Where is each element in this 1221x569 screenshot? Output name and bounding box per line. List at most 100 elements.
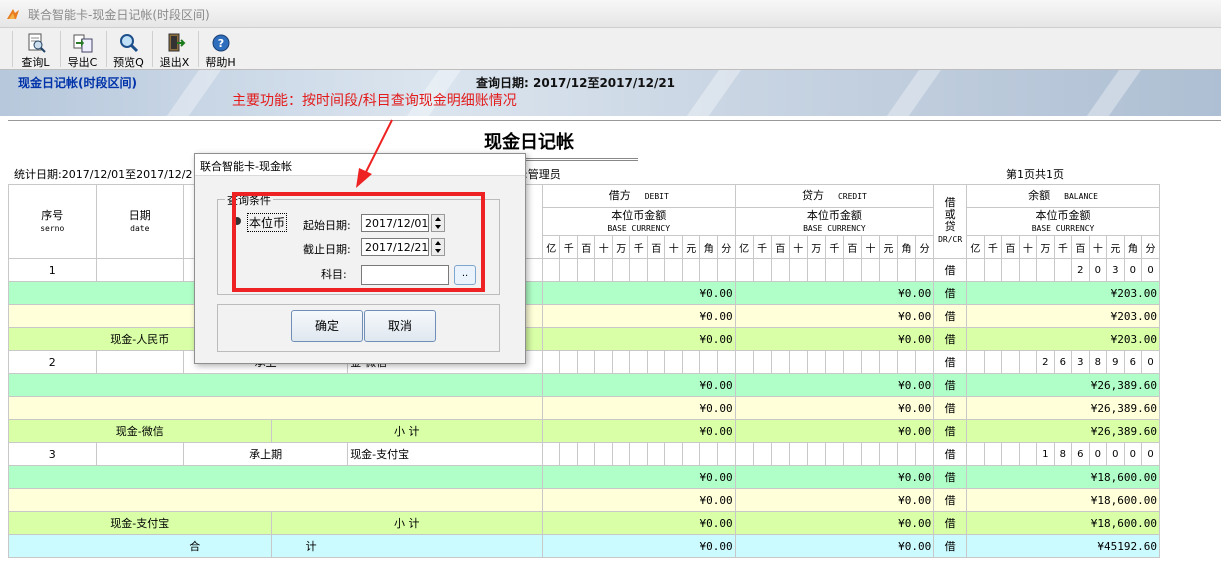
digit-cell	[897, 442, 917, 466]
dialog-title: 联合智能卡-现金帐	[200, 160, 292, 173]
document-search-icon	[28, 33, 46, 53]
digit-cell	[806, 350, 826, 374]
digit-cell: 6	[1053, 350, 1073, 374]
total-debit: ¥0.00	[541, 534, 736, 558]
col-header-balance: 余额 BALANCE	[966, 184, 1160, 208]
cancel-button[interactable]: 取消	[364, 310, 436, 342]
digit-cell: 0	[1141, 350, 1160, 374]
credit-amount: ¥0.00	[734, 465, 935, 489]
serial-cell: 1	[8, 258, 97, 282]
digit-cell	[842, 350, 862, 374]
debit-amount: ¥0.00	[541, 465, 736, 489]
digit-header: 十	[1018, 235, 1038, 259]
digit-cell: 0	[1141, 442, 1160, 466]
digit-header: 千	[1053, 235, 1073, 259]
table-row[interactable]: ¥0.00 ¥0.00 借 ¥18,600.00	[8, 488, 1160, 512]
digit-header: 百	[770, 235, 790, 259]
digit-cell	[594, 442, 613, 466]
digit-header: 分	[716, 235, 736, 259]
digit-cell	[860, 350, 880, 374]
digit-cell	[966, 442, 985, 466]
digit-header: 千	[629, 235, 648, 259]
stat-period: 统计日期:2017/12/01至2017/12/2	[14, 168, 193, 181]
digit-cell	[646, 350, 666, 374]
col-header-credit: 贷方 CREDIT	[734, 184, 935, 208]
digit-cell: 8	[1088, 350, 1108, 374]
digit-cell	[824, 258, 844, 282]
exit-button[interactable]: 退出X	[152, 31, 196, 69]
summary-cell: 承上期	[183, 442, 349, 466]
digit-cell	[716, 258, 736, 282]
subtotal-row[interactable]: 现金-支付宝小 计 ¥0.00 ¥0.00 借 ¥18,600.00	[8, 511, 1160, 535]
digit-cell	[1018, 442, 1038, 466]
digit-cell	[541, 350, 561, 374]
digit-cell	[1036, 258, 1055, 282]
digit-header: 角	[1123, 235, 1143, 259]
digit-cell	[806, 258, 826, 282]
digit-cell: 9	[1106, 350, 1125, 374]
help-button[interactable]: ? 帮助H	[198, 31, 242, 69]
digit-cell	[576, 442, 596, 466]
digit-cell: 0	[1123, 442, 1143, 466]
dc-cell: 借	[933, 304, 968, 328]
operator-label: :管理员	[524, 168, 561, 181]
digit-header: 十	[664, 235, 683, 259]
col-header-date: 日期 date	[95, 184, 185, 259]
table-header-row: 序号serno日期date凭证字vouch应科目ACCOUNT借方 DEBIT贷…	[8, 184, 1160, 259]
digit-cell	[1053, 258, 1073, 282]
balance-amount: ¥26,389.60	[966, 396, 1160, 420]
digit-cell	[611, 258, 631, 282]
digit-cell: 0	[1106, 442, 1125, 466]
export-button[interactable]: 导出C	[60, 31, 104, 69]
page-info: 第1页共1页	[1006, 168, 1064, 181]
digit-cell	[559, 258, 578, 282]
digit-cell: 2	[1036, 350, 1055, 374]
report-title: 现金日记帐	[484, 132, 574, 153]
digit-cell	[664, 258, 683, 282]
table-row[interactable]: ¥0.00 ¥0.00 借 ¥203.00	[8, 304, 1160, 328]
dc-cell: 借	[933, 442, 968, 466]
table-row[interactable]: ¥0.00 ¥0.00 借 ¥18,600.00	[8, 465, 1160, 489]
table-row[interactable]: ¥0.00 ¥0.00 借 ¥203.00	[8, 281, 1160, 305]
digit-cell	[699, 442, 718, 466]
table-row[interactable]: ¥0.00 ¥0.00 借 ¥26,389.60	[8, 373, 1160, 397]
digit-cell	[594, 350, 613, 374]
digit-cell	[983, 350, 1003, 374]
digit-cell: 1	[1036, 442, 1055, 466]
digit-cell	[734, 258, 754, 282]
dc-cell: 借	[933, 465, 968, 489]
dc-cell: 借	[933, 488, 968, 512]
preview-button[interactable]: 预览Q	[106, 31, 150, 69]
balance-amount: ¥18,600.00	[966, 488, 1160, 512]
table-row[interactable]: 3 承上期 现金-支付宝借 1 8 6 0 0 0 0	[8, 442, 1160, 466]
total-row[interactable]: 合计 ¥0.00 ¥0.00 借 ¥45192.60	[8, 534, 1160, 558]
table-row[interactable]: 2承上金-微信借2638960	[8, 350, 1160, 374]
table-row[interactable]: ¥0.00 ¥0.00 借 ¥26,389.60	[8, 396, 1160, 420]
debit-amount: ¥0.00	[541, 419, 736, 443]
digit-cell	[824, 350, 844, 374]
digit-cell	[915, 442, 935, 466]
subtotal-row[interactable]: 现金-人民币 ¥0.00 ¥0.00 借 ¥203.00	[8, 327, 1160, 351]
app-logo-icon	[7, 9, 19, 19]
subtotal-row[interactable]: 现金-微信小 计 ¥0.00 ¥0.00 借 ¥26,389.60	[8, 419, 1160, 443]
digit-cell	[770, 442, 790, 466]
digit-cell	[897, 258, 917, 282]
subtotal-text: 小 计	[270, 419, 543, 443]
window-title: 联合智能卡-现金日记帐(时段区间)	[28, 8, 210, 22]
dc-cell: 借	[933, 511, 968, 535]
date-cell	[95, 442, 185, 466]
digit-cell	[860, 258, 880, 282]
digit-cell	[824, 442, 844, 466]
digit-cell	[788, 350, 808, 374]
digit-cell	[734, 442, 754, 466]
digit-cell	[699, 350, 718, 374]
digit-cell: 6	[1071, 442, 1090, 466]
digit-cell	[664, 350, 683, 374]
query-button[interactable]: 查询L	[12, 31, 58, 69]
digit-cell	[576, 258, 596, 282]
digit-cell	[611, 350, 631, 374]
digit-cell	[716, 442, 736, 466]
table-row[interactable]: 1承上一人民币借20300	[8, 258, 1160, 282]
dc-cell: 借	[933, 327, 968, 351]
ok-button[interactable]: 确定	[291, 310, 363, 342]
